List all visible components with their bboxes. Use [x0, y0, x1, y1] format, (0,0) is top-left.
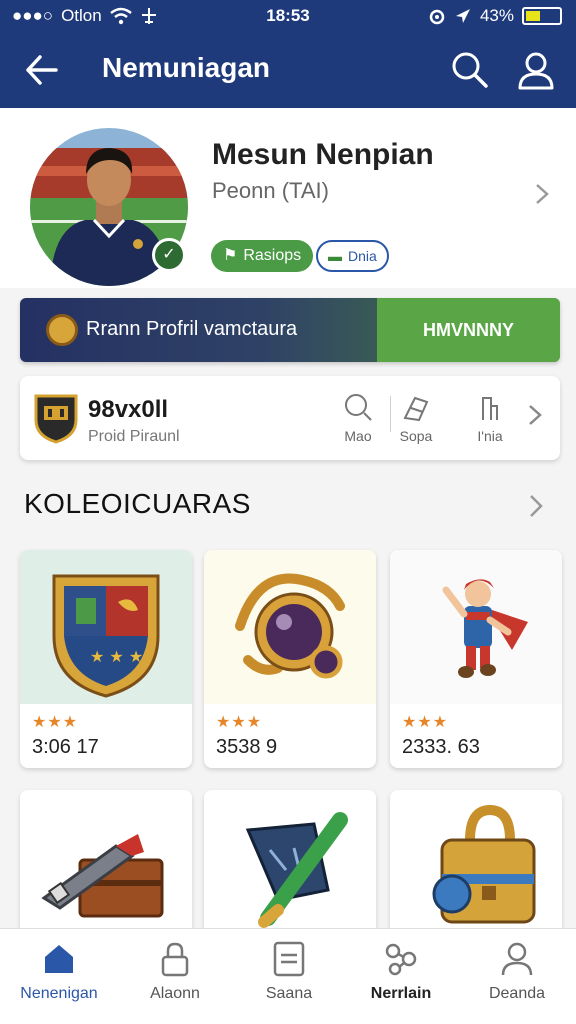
- home-icon: [45, 945, 73, 973]
- user-account-icon[interactable]: [514, 48, 558, 92]
- page-title: Nemuniagan: [102, 52, 271, 83]
- amulet-icon: [204, 550, 376, 704]
- tag-icon: ⚑: [223, 247, 238, 264]
- nav-label: Alaonn: [150, 985, 200, 1002]
- nav-item-network[interactable]: Nerrlain: [346, 941, 456, 1003]
- card-price: 2333. 63: [402, 736, 480, 758]
- profile-subtitle: Peonn (TAI): [212, 178, 329, 203]
- club-crest-icon: [34, 394, 78, 444]
- document-icon: [273, 941, 305, 977]
- flag-icon: ▬: [328, 248, 342, 264]
- bottom-nav: Nenenigan Alaonn Saana Nerrlain Deanda: [0, 928, 576, 1024]
- chevron-right-icon[interactable]: [527, 404, 543, 426]
- status-bar: ●●●○ Otlon 18:53 43%: [0, 0, 576, 32]
- nav-label: Deanda: [488, 985, 546, 1002]
- stat-action-label: Mao: [344, 428, 372, 444]
- verified-badge-icon: ✓: [152, 238, 186, 272]
- stat-action-search[interactable]: Mao: [328, 392, 388, 452]
- location-icon: [455, 9, 470, 23]
- hero-figure-icon: [390, 550, 562, 704]
- app-bar: Nemuniagan: [0, 32, 576, 108]
- rating-stars: ★★★: [216, 714, 263, 731]
- network-icon: [385, 943, 417, 976]
- search-icon[interactable]: [448, 48, 492, 92]
- stat-action-chart[interactable]: I'nia: [460, 392, 520, 452]
- nav-item-profile[interactable]: Deanda: [462, 941, 572, 1003]
- lock-icon: [161, 942, 189, 977]
- profile-header: ✓ Mesun Nenpian Peonn (TAI) ⚑ Rasiops ▬ …: [0, 108, 576, 288]
- rating-stars: ★★★: [402, 714, 449, 731]
- svg-text:★ ★ ★: ★ ★ ★: [90, 647, 143, 666]
- profile-banner[interactable]: Rrann Profril vamctaura HMVNNNY: [20, 298, 560, 362]
- stat-action-label: I'nia: [477, 428, 503, 444]
- stat-action-label: Sopa: [399, 428, 433, 444]
- stats-card: 98vx0ll Proid Piraunl Mao Sopa I'nia: [20, 376, 560, 460]
- chevron-right-icon[interactable]: [532, 182, 552, 206]
- wand-scroll-icon: [204, 790, 376, 944]
- stats-label: Proid Piraunl: [88, 428, 180, 445]
- shield-crest-icon: ★ ★ ★: [20, 550, 192, 704]
- nav-item-document[interactable]: Saana: [234, 941, 344, 1003]
- rating-stars: ★★★: [32, 714, 79, 731]
- nav-label: Nerrlain: [370, 985, 432, 1002]
- profile-icon: [501, 942, 533, 976]
- share-icon: [403, 396, 429, 422]
- battery-percent: 43%: [479, 6, 514, 25]
- nav-label: Nenenigan: [20, 985, 98, 1002]
- medal-icon: [46, 314, 78, 346]
- treasure-chest-icon: [20, 790, 192, 944]
- search-zoom-icon: [345, 394, 372, 421]
- banner-text: Rrann Profril vamctaura: [86, 318, 298, 340]
- card-price: 3538 9: [216, 736, 278, 758]
- chart-icon: [482, 397, 498, 420]
- stats-value: 98vx0ll: [88, 396, 169, 423]
- profile-name: Mesun Nenpian: [212, 138, 434, 171]
- alarm-icon: [429, 9, 445, 25]
- status-right: 43%: [428, 6, 562, 26]
- stat-action-share[interactable]: Sopa: [386, 392, 446, 452]
- back-arrow-icon[interactable]: [20, 48, 64, 92]
- status-pill-outline[interactable]: ▬ Dnia: [316, 240, 389, 272]
- section-title: KOLEOICUARAS: [24, 488, 251, 519]
- collection-card[interactable]: ★★★ 2333. 63: [390, 550, 562, 768]
- status-pill-green[interactable]: ⚑ Rasiops: [211, 240, 314, 272]
- nav-item-lock[interactable]: Alaonn: [120, 941, 230, 1003]
- chevron-right-icon[interactable]: [528, 494, 544, 518]
- collection-card[interactable]: ★★★ 3538 9: [204, 550, 376, 768]
- pill-green-label: Rasiops: [243, 247, 302, 264]
- nav-label: Saana: [265, 985, 313, 1002]
- golden-bag-icon: [390, 790, 562, 944]
- card-price: 3:06 17: [32, 736, 99, 758]
- nav-item-home[interactable]: Nenenigan: [4, 941, 114, 1003]
- pill-outline-label: Dnia: [348, 248, 377, 264]
- battery-icon: [522, 7, 562, 25]
- collection-card[interactable]: ★ ★ ★ ★★★ 3:06 17: [20, 550, 192, 768]
- banner-action-button[interactable]: HMVNNNY: [377, 298, 560, 362]
